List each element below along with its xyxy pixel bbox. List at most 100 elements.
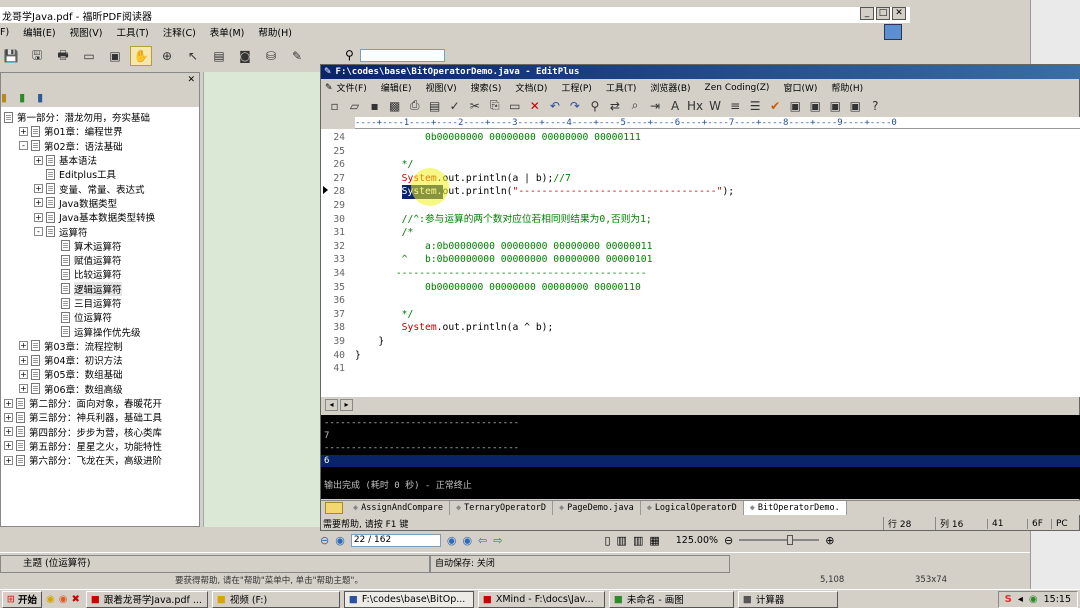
editor-hscrollbar[interactable]: ◂ ▸	[325, 398, 355, 411]
bookmark-item[interactable]: + 第01章：编程世界	[1, 124, 199, 138]
cut-icon[interactable]: ✂	[465, 96, 484, 116]
code-line[interactable]: 38 System .out.println(a ^ b);	[321, 321, 1080, 335]
bookmark-item[interactable]: + 第三部分：神兵利器，基础工具	[1, 410, 199, 424]
bookmark-item[interactable]: - 第02章：语法基础	[1, 139, 199, 153]
bookmark-find-icon[interactable]: ▮	[37, 91, 43, 104]
expand-icon[interactable]: +	[34, 198, 43, 208]
directory-icon[interactable]: ▣	[826, 96, 845, 116]
find-in-files-icon[interactable]: ⌕	[625, 96, 644, 116]
text-select-icon[interactable]: ▤	[208, 46, 230, 66]
scan-icon[interactable]: ▭	[78, 46, 100, 66]
pen-icon[interactable]: ✎	[286, 46, 308, 66]
code-line[interactable]: 31 /*	[321, 226, 1080, 240]
pdf-menu-file[interactable]: F)	[0, 27, 9, 38]
single-page-icon[interactable]: ▯	[604, 534, 610, 547]
bookmark-item[interactable]: + 第六部分：飞龙在天，高级进阶	[1, 453, 199, 467]
replace-icon[interactable]: ⇄	[605, 96, 624, 116]
ep-menu-project[interactable]: 工程(P)	[561, 81, 591, 94]
code-line[interactable]: 40}	[321, 349, 1080, 363]
pdf-menu-form[interactable]: 表单(M)	[210, 25, 245, 39]
file-tab[interactable]: ◆ TernaryOperatorD	[450, 501, 554, 515]
zoom-value[interactable]: 125.00%	[676, 535, 718, 546]
checkmark-icon[interactable]: ✔	[766, 96, 785, 116]
bookmark-item[interactable]: 比较运算符	[1, 267, 199, 281]
taskbar-item[interactable]: ■ 计算器	[737, 590, 838, 608]
expand-icon[interactable]: +	[34, 212, 43, 222]
redo-icon[interactable]: ↷	[565, 96, 584, 116]
pdf-menu-help[interactable]: 帮助(H)	[258, 25, 292, 39]
bookmark-item[interactable]: 算术运算符	[1, 239, 199, 253]
pdf-search-input[interactable]	[359, 48, 445, 62]
bookmark-item[interactable]: - 运算符	[1, 224, 199, 239]
font-icon[interactable]: A	[666, 96, 685, 116]
spell-check-icon[interactable]: ✓	[445, 96, 464, 116]
expand-icon[interactable]: +	[19, 384, 28, 394]
bookmark-item[interactable]: + 第06章：数组高级	[1, 382, 199, 396]
expand-icon[interactable]: +	[19, 369, 28, 379]
ep-menu-browser[interactable]: 浏览器(B)	[650, 81, 690, 94]
paste-icon[interactable]: ▭	[505, 96, 524, 116]
ep-menu-window[interactable]: 窗口(W)	[783, 81, 817, 94]
zoom-out-icon[interactable]: ⊖	[724, 534, 733, 547]
cliptext-icon[interactable]: ▣	[806, 96, 825, 116]
help-icon[interactable]: ?	[866, 96, 885, 116]
expand-icon[interactable]: +	[4, 441, 13, 451]
last-page-icon[interactable]: ◉	[462, 534, 472, 547]
ep-menu-tools[interactable]: 工具(T)	[606, 81, 637, 94]
pdf-menu-edit[interactable]: 编辑(E)	[23, 25, 55, 39]
pdf-menu-tools[interactable]: 工具(T)	[117, 25, 149, 39]
code-line[interactable]: 32 a:0b00000000 00000000 00000000 000000…	[321, 240, 1080, 254]
file-tab[interactable]: ◆ PageDemo.java	[553, 501, 641, 515]
goto-icon[interactable]: ⇥	[646, 96, 665, 116]
bookmark-item[interactable]: + 变量、常量、表达式	[1, 181, 199, 196]
pdf-menu-comment[interactable]: 注释(C)	[163, 25, 196, 39]
xmind-quick-icon[interactable]: ✖	[71, 594, 79, 605]
expand-icon[interactable]: +	[4, 427, 13, 437]
expand-icon[interactable]: +	[19, 126, 28, 136]
firefox-icon[interactable]: ◉	[59, 594, 68, 605]
open-file-icon[interactable]: ▱	[345, 96, 364, 116]
bookmark-item[interactable]: + Java数据类型	[1, 196, 199, 210]
delete-icon[interactable]: ✕	[525, 96, 544, 116]
page-number-input[interactable]: 22 / 162	[350, 533, 441, 547]
scroll-right-icon[interactable]: ▸	[340, 398, 353, 411]
column-icon[interactable]: ≡	[726, 96, 745, 116]
bookmark-add-icon[interactable]: ▮	[19, 91, 25, 104]
zoom-tool-icon[interactable]: ⊕	[156, 46, 178, 66]
ep-menu-search[interactable]: 搜索(S)	[471, 81, 502, 94]
stamp-icon[interactable]: ⛁	[260, 46, 282, 66]
ep-menu-view[interactable]: 视图(V)	[425, 81, 456, 94]
bookmark-item[interactable]: + 第05章：数组基础	[1, 367, 199, 381]
taskbar-item[interactable]: ■ 视频 (F:)	[211, 590, 340, 608]
bookmark-item[interactable]: + 第04章：初识方法	[1, 353, 199, 367]
output-icon[interactable]: ▣	[846, 96, 865, 116]
forward-icon[interactable]: ⇨	[493, 534, 502, 547]
back-icon[interactable]: ⇦	[478, 534, 487, 547]
zoom-slider[interactable]	[739, 535, 820, 545]
expand-icon[interactable]: +	[34, 184, 43, 194]
save-as-icon[interactable]: 🖫	[26, 46, 48, 66]
start-button[interactable]: ⊞ 开始	[2, 590, 42, 608]
code-line[interactable]: 41	[321, 362, 1080, 376]
maximize-button[interactable]: □	[876, 7, 890, 20]
wordwrap-icon[interactable]: W	[706, 96, 725, 116]
minimize-button[interactable]: _	[860, 7, 874, 20]
taskbar-item[interactable]: ■ XMind - F:\docs\Jav...	[477, 590, 605, 608]
scroll-left-icon[interactable]: ◂	[325, 398, 338, 411]
select-tool-icon[interactable]: ↖	[182, 46, 204, 66]
code-line[interactable]: 34 -------------------------------------…	[321, 267, 1080, 281]
save-icon[interactable]: 💾	[0, 46, 22, 66]
expand-icon[interactable]: +	[4, 398, 13, 408]
hand-tool-icon[interactable]: ✋	[130, 46, 152, 66]
chrome-icon[interactable]: ◉	[46, 594, 55, 605]
bookmark-item[interactable]: 位运算符	[1, 310, 199, 324]
cover-icon[interactable]: ▦	[649, 534, 659, 547]
expand-icon[interactable]: +	[19, 341, 28, 351]
expand-icon[interactable]: +	[34, 155, 43, 165]
bookmark-item[interactable]: + 第03章：流程控制	[1, 339, 199, 353]
code-line[interactable]: 37 */	[321, 308, 1080, 322]
tray-network-icon[interactable]: ◉	[1029, 594, 1038, 605]
print-preview-icon[interactable]: ▤	[425, 96, 444, 116]
taskbar-item[interactable]: ■ F:\codes\base\BitOp...	[343, 590, 474, 608]
prev-page-icon[interactable]: ◉	[335, 534, 345, 547]
